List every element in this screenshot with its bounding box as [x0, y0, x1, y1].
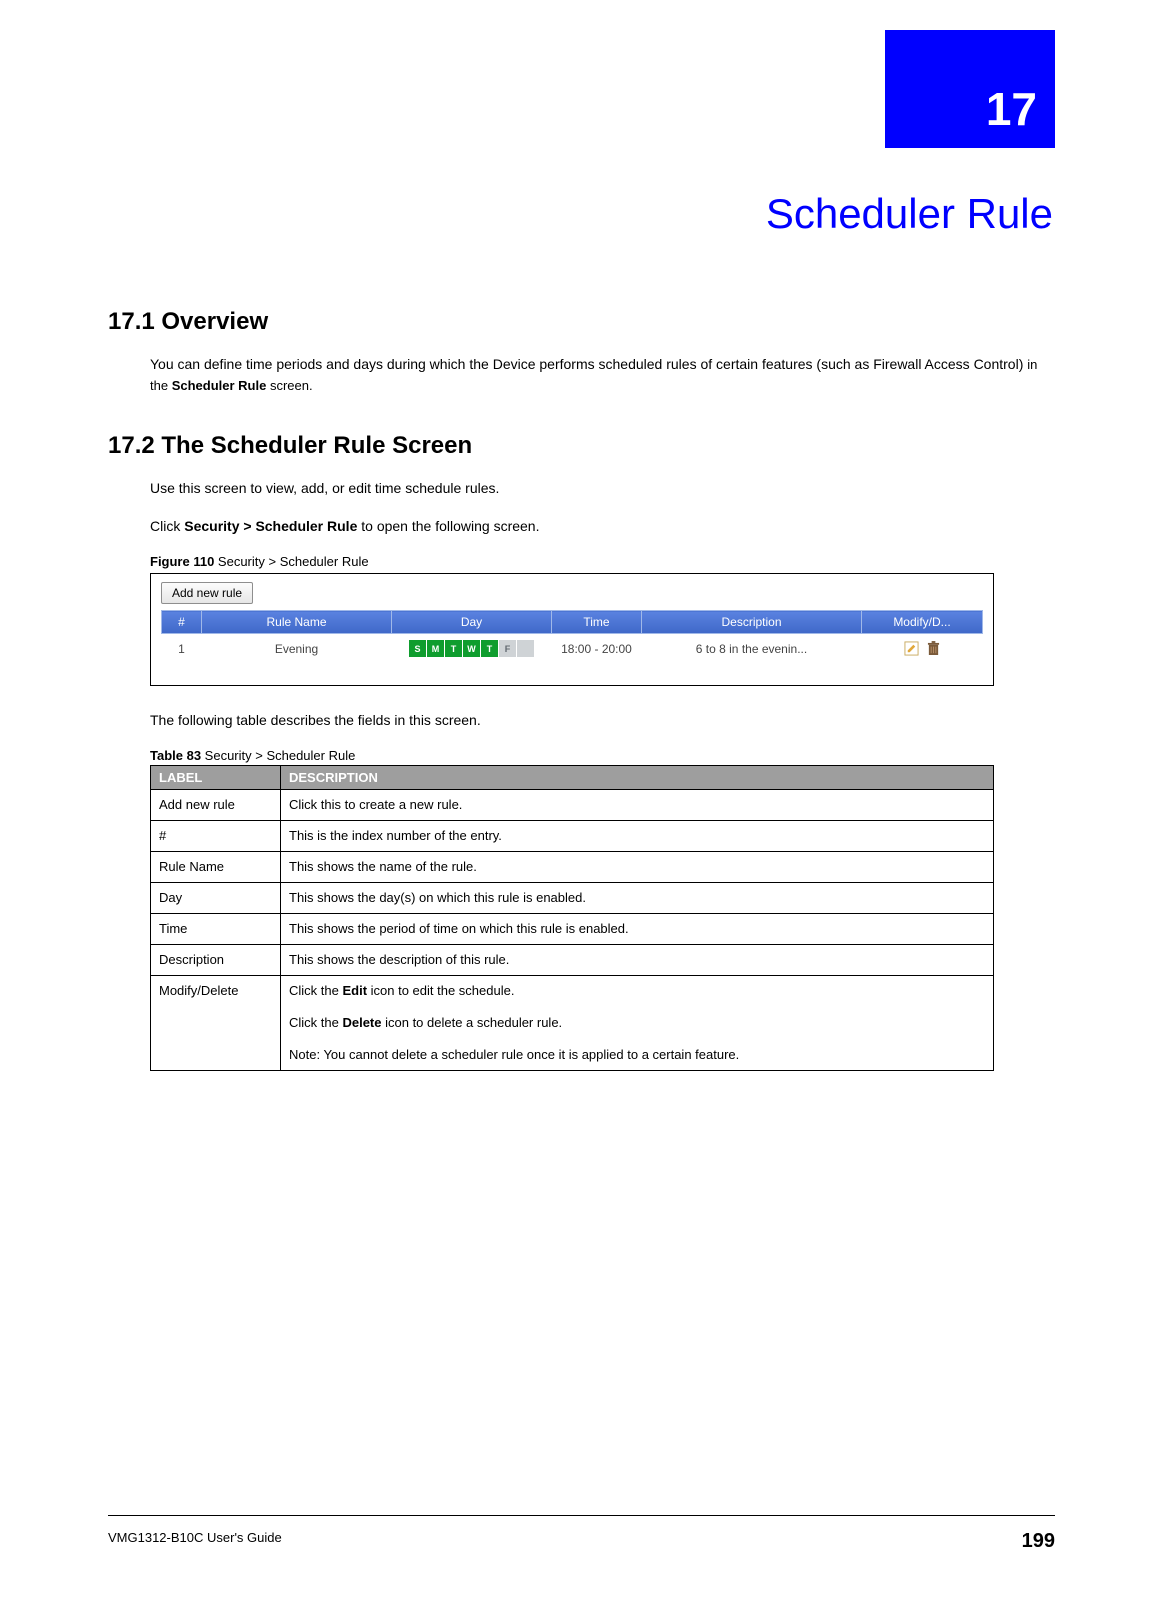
page-footer: VMG1312-B10C User's Guide 199 [108, 1515, 1055, 1553]
desc-cell-description: Click the Edit icon to edit the schedule… [281, 976, 994, 1071]
col-header-rulename: Rule Name [202, 611, 392, 634]
chapter-number-box: 17 [885, 30, 1055, 148]
text-fragment: screen. [266, 378, 312, 393]
figure-screenshot: Add new rule # Rule Name Day Time Descri… [150, 573, 994, 686]
col-header-description: Description [642, 611, 862, 634]
cell-rulename: Evening [202, 634, 392, 664]
table-label: Table 83 Security > Scheduler Rule [150, 748, 1055, 763]
table-row: Add new ruleClick this to create a new r… [151, 790, 994, 821]
day-cell: W [463, 640, 480, 657]
trash-icon[interactable] [927, 641, 940, 656]
col-header-modify: Modify/D... [862, 611, 983, 634]
table-row: TimeThis shows the period of time on whi… [151, 914, 994, 945]
col-header-day: Day [392, 611, 552, 634]
day-cell: T [445, 640, 462, 657]
section-17-2-heading: 17.2 The Scheduler Rule Screen [108, 432, 1055, 460]
scheduler-rule-table: # Rule Name Day Time Description Modify/… [161, 610, 983, 663]
desc-cell-label: Description [151, 945, 281, 976]
col-header-time: Time [552, 611, 642, 634]
table-row: Rule NameThis shows the name of the rule… [151, 852, 994, 883]
section-17-1-heading: 17.1 Overview [108, 308, 1055, 336]
col-header-num: # [162, 611, 202, 634]
desc-header-label: LABEL [151, 766, 281, 790]
day-cell: F [499, 640, 516, 657]
desc-cell-description: This is the index number of the entry. [281, 821, 994, 852]
section-17-1-body: You can define time periods and days dur… [150, 354, 1055, 396]
desc-cell-label: Add new rule [151, 790, 281, 821]
cell-day: SMTWTF [392, 634, 552, 664]
day-cell: M [427, 640, 444, 657]
desc-cell-description: This shows the name of the rule. [281, 852, 994, 883]
table-row: Modify/DeleteClick the Edit icon to edit… [151, 976, 994, 1071]
day-cell [517, 640, 534, 657]
section-17-2-intro2: Click Security > Scheduler Rule to open … [150, 516, 1055, 536]
figure-caption: Security > Scheduler Rule [214, 554, 368, 569]
description-table: LABEL DESCRIPTION Add new ruleClick this… [150, 765, 994, 1071]
desc-cell-label: Time [151, 914, 281, 945]
desc-header-description: DESCRIPTION [281, 766, 994, 790]
cell-time: 18:00 - 20:00 [552, 634, 642, 664]
cell-description: 6 to 8 in the evenin... [642, 634, 862, 664]
table-number: Table 83 [150, 748, 201, 763]
day-cell: T [481, 640, 498, 657]
table-row: #This is the index number of the entry. [151, 821, 994, 852]
desc-cell-description: This shows the day(s) on which this rule… [281, 883, 994, 914]
table-row: DayThis shows the day(s) on which this r… [151, 883, 994, 914]
desc-cell-label: Modify/Delete [151, 976, 281, 1071]
table-row: DescriptionThis shows the description of… [151, 945, 994, 976]
after-figure-text: The following table describes the fields… [150, 710, 1055, 730]
desc-cell-label: Day [151, 883, 281, 914]
desc-cell-label: Rule Name [151, 852, 281, 883]
day-cell: S [409, 640, 426, 657]
figure-number: Figure 110 [150, 554, 214, 569]
table-row: 1 Evening SMTWTF 18:00 - 20:00 6 to 8 in… [162, 634, 983, 664]
text-fragment: Security > Scheduler Rule [184, 518, 357, 534]
add-new-rule-button[interactable]: Add new rule [161, 582, 253, 604]
day-cells-group: SMTWTF [409, 640, 534, 657]
cell-num: 1 [162, 634, 202, 664]
desc-cell-label: # [151, 821, 281, 852]
page-title: Scheduler Rule [108, 190, 1055, 238]
chapter-number: 17 [986, 82, 1037, 136]
desc-cell-description: This shows the description of this rule. [281, 945, 994, 976]
table-caption: Security > Scheduler Rule [201, 748, 355, 763]
desc-cell-description: This shows the period of time on which t… [281, 914, 994, 945]
text-fragment: You can define time periods and days dur… [150, 356, 1027, 372]
figure-label: Figure 110 Security > Scheduler Rule [150, 554, 1055, 569]
text-fragment: to open the following screen. [357, 518, 539, 534]
footer-page-number: 199 [1022, 1530, 1055, 1553]
text-fragment: Scheduler Rule [172, 378, 267, 393]
edit-icon[interactable] [904, 641, 919, 656]
cell-modify [862, 634, 983, 664]
footer-guide-name: VMG1312-B10C User's Guide [108, 1530, 282, 1553]
section-17-2-intro1: Use this screen to view, add, or edit ti… [150, 478, 1055, 498]
text-fragment: Click [150, 518, 184, 534]
desc-cell-description: Click this to create a new rule. [281, 790, 994, 821]
